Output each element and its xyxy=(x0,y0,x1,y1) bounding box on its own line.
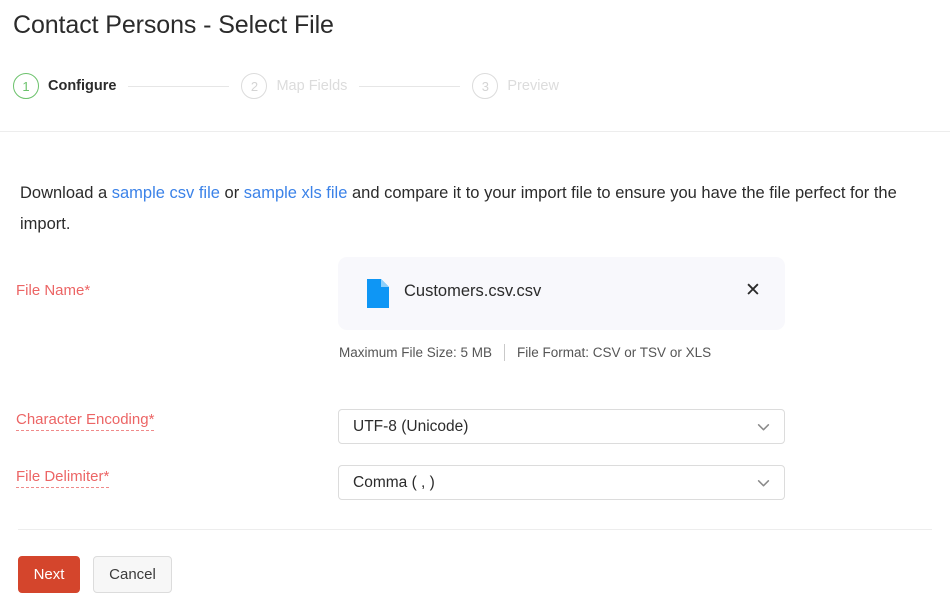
step-label-preview: Preview xyxy=(507,78,559,94)
import-wizard-page: Contact Persons - Select File 1 Configur… xyxy=(0,0,950,606)
character-encoding-value: UTF-8 (Unicode) xyxy=(353,418,468,436)
next-button[interactable]: Next xyxy=(18,556,80,593)
wizard-stepper: 1 Configure 2 Map Fields 3 Preview xyxy=(13,73,559,99)
step-preview[interactable]: 3 Preview xyxy=(472,73,559,99)
step-number-2: 2 xyxy=(241,73,267,99)
file-format-text: File Format: CSV or TSV or XLS xyxy=(517,345,711,360)
header-divider xyxy=(0,131,950,132)
step-label-configure: Configure xyxy=(48,78,116,94)
sample-xls-link[interactable]: sample xls file xyxy=(244,184,348,202)
file-constraints: Maximum File Size: 5 MB File Format: CSV… xyxy=(339,344,711,361)
cancel-button[interactable]: Cancel xyxy=(93,556,172,593)
meta-separator xyxy=(504,344,505,361)
label-character-encoding: Character Encoding* xyxy=(16,411,154,431)
step-map-fields[interactable]: 2 Map Fields xyxy=(241,73,347,99)
sample-csv-link[interactable]: sample csv file xyxy=(112,184,220,202)
uploaded-file-name: Customers.csv.csv xyxy=(404,282,541,301)
page-title: Contact Persons - Select File xyxy=(13,11,334,40)
intro-text: Download a sample csv file or sample xls… xyxy=(20,178,930,240)
step-connector-2 xyxy=(359,86,460,87)
step-number-3: 3 xyxy=(472,73,498,99)
footer-divider xyxy=(18,529,932,530)
file-delimiter-select[interactable]: Comma ( , ) xyxy=(338,465,785,500)
chevron-down-icon xyxy=(757,420,770,433)
label-file-delimiter: File Delimiter* xyxy=(16,468,109,488)
step-configure[interactable]: 1 Configure xyxy=(13,73,116,99)
intro-text-part-2: or xyxy=(220,184,244,202)
chevron-down-icon xyxy=(757,476,770,489)
file-delimiter-value: Comma ( , ) xyxy=(353,474,435,492)
step-label-map-fields: Map Fields xyxy=(276,78,347,94)
label-file-name: File Name* xyxy=(16,282,90,299)
step-connector-1 xyxy=(128,86,229,87)
intro-text-part-1: Download a xyxy=(20,184,112,202)
file-document-icon xyxy=(367,279,389,308)
uploaded-file-box: Customers.csv.csv ✕ xyxy=(338,257,785,330)
step-number-1: 1 xyxy=(13,73,39,99)
close-icon[interactable]: ✕ xyxy=(741,278,765,302)
character-encoding-select[interactable]: UTF-8 (Unicode) xyxy=(338,409,785,444)
file-max-size-text: Maximum File Size: 5 MB xyxy=(339,345,492,360)
